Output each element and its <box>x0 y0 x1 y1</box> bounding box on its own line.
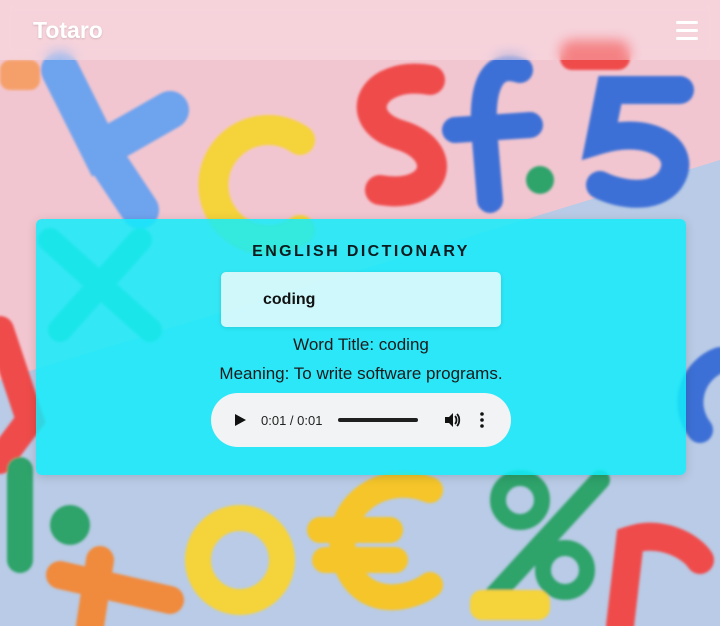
word-search-input[interactable] <box>221 272 501 327</box>
menu-line <box>676 36 698 40</box>
top-nav-bar: Totaro <box>0 0 720 60</box>
audio-time: 0:01 / 0:01 <box>261 412 323 428</box>
site-logo[interactable]: Totaro <box>33 17 103 44</box>
more-options-icon[interactable] <box>476 410 488 430</box>
audio-player: 0:01 / 0:01 <box>211 393 511 447</box>
dictionary-title: ENGLISH DICTIONARY <box>252 243 470 260</box>
play-icon[interactable] <box>229 409 251 431</box>
hamburger-menu-icon[interactable] <box>672 15 702 45</box>
volume-icon[interactable] <box>442 410 462 430</box>
dictionary-card: ENGLISH DICTIONARY Word Title: coding Me… <box>36 219 686 475</box>
word-meaning-text: Meaning: To write software programs. <box>219 364 503 383</box>
menu-line <box>676 20 698 24</box>
menu-line <box>676 28 698 32</box>
word-title-text: Word Title: coding <box>293 335 429 354</box>
audio-progress-bar[interactable] <box>338 418 419 422</box>
